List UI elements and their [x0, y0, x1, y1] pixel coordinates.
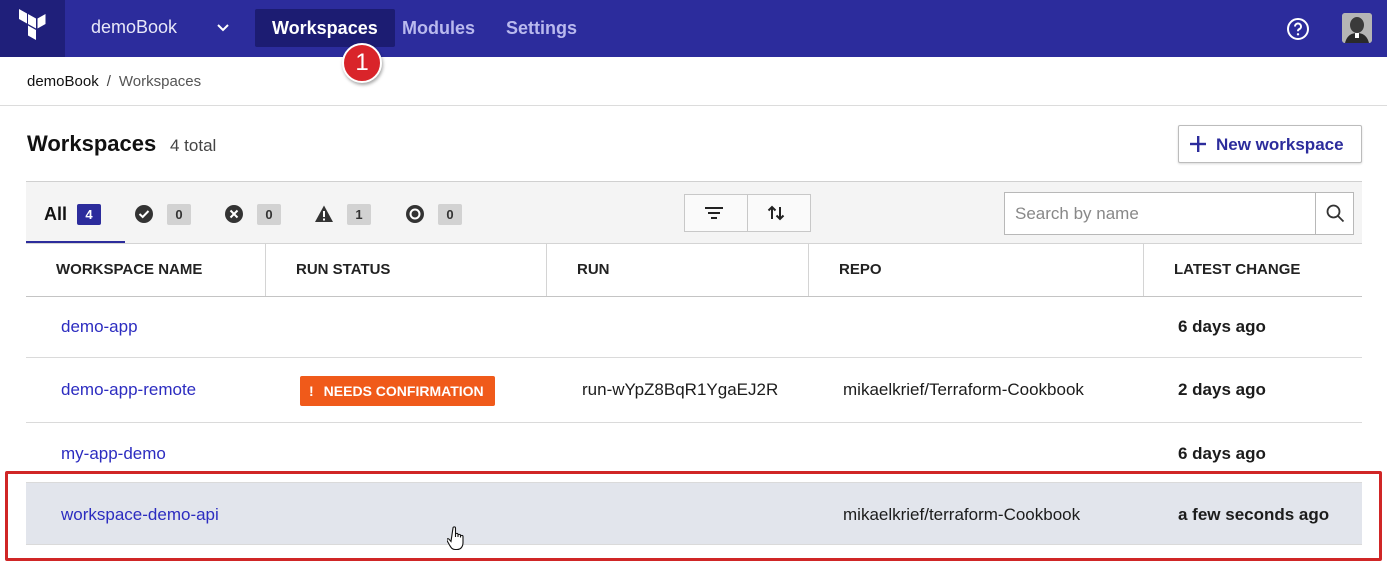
repo-name[interactable]: mikaelkrief/Terraform-Cookbook	[843, 380, 1084, 400]
filter-paused-count: 0	[438, 204, 462, 225]
top-navigation-bar: demoBook Workspaces Modules Settings	[0, 0, 1387, 57]
terraform-logo-icon	[19, 9, 46, 40]
status-filter-bar: All 4 0 0 1 0	[26, 181, 1362, 244]
help-icon[interactable]	[1286, 17, 1310, 41]
breadcrumb-current: Workspaces	[118, 73, 202, 90]
page-title: Workspaces	[27, 131, 157, 156]
run-status-text: NEEDS CONFIRMATION	[323, 383, 484, 399]
nav-workspaces[interactable]: Workspaces	[255, 9, 395, 47]
filter-warning-count: 1	[347, 204, 371, 225]
callout-number-badge: 1	[342, 43, 382, 83]
filter-all-label: All	[44, 204, 68, 224]
filter-paused[interactable]: 0	[405, 204, 462, 225]
table-header: WORKSPACE NAME RUN STATUS RUN REPO LATES…	[26, 243, 1362, 297]
filter-icon[interactable]	[704, 204, 724, 222]
filter-success[interactable]: 0	[134, 204, 191, 225]
column-header-run-status[interactable]: RUN STATUS	[265, 244, 546, 296]
run-status-badge: ! NEEDS CONFIRMATION	[300, 376, 495, 406]
x-circle-icon	[225, 205, 243, 223]
search-box	[1004, 192, 1354, 235]
workspace-name-link[interactable]: my-app-demo	[61, 444, 166, 464]
filter-tab-all[interactable]: All 4	[26, 182, 125, 244]
new-workspace-label: New workspace	[1216, 135, 1344, 154]
tool-divider	[747, 195, 748, 231]
nav-settings[interactable]: Settings	[489, 9, 594, 47]
filter-errored-count: 0	[257, 204, 281, 225]
run-id[interactable]: run-wYpZ8BqR1YgaEJ2R	[582, 380, 778, 400]
filter-needs-attention[interactable]: 1	[314, 204, 371, 225]
highlight-annotation-box	[5, 471, 1382, 561]
list-tools	[684, 194, 811, 232]
table-row[interactable]: demo-app 6 days ago	[26, 297, 1362, 358]
search-button[interactable]	[1315, 193, 1353, 234]
warning-icon	[315, 205, 333, 222]
terraform-logo[interactable]	[0, 0, 65, 57]
column-header-repo[interactable]: REPO	[808, 244, 1143, 296]
paused-circle-icon	[406, 205, 424, 223]
column-header-run[interactable]: RUN	[546, 244, 808, 296]
new-workspace-button[interactable]: New workspace	[1178, 125, 1362, 163]
alert-icon: !	[309, 383, 314, 399]
workspace-name-link[interactable]: demo-app-remote	[61, 380, 196, 400]
user-avatar[interactable]	[1342, 13, 1372, 43]
divider	[0, 105, 1387, 106]
filter-success-count: 0	[167, 204, 191, 225]
column-header-latest-change[interactable]: LATEST CHANGE	[1143, 244, 1362, 296]
workspace-total: 4 total	[170, 136, 217, 155]
filter-all-count: 4	[77, 204, 101, 225]
search-input[interactable]	[1005, 193, 1315, 234]
latest-change: 2 days ago	[1178, 380, 1266, 399]
workspace-name-link[interactable]: demo-app	[61, 317, 138, 337]
sort-icon[interactable]	[766, 204, 786, 222]
avatar-icon	[1342, 13, 1372, 43]
breadcrumb: demoBook / Workspaces	[27, 73, 201, 90]
breadcrumb-org[interactable]: demoBook	[27, 73, 99, 90]
search-icon	[1326, 204, 1345, 223]
nav-modules[interactable]: Modules	[385, 9, 492, 47]
check-circle-icon	[135, 205, 153, 223]
filter-errored[interactable]: 0	[224, 204, 281, 225]
column-header-workspace-name[interactable]: WORKSPACE NAME	[26, 244, 265, 296]
latest-change: 6 days ago	[1178, 444, 1266, 463]
breadcrumb-separator: /	[106, 73, 111, 90]
plus-icon	[1190, 136, 1206, 152]
hand-cursor-icon	[447, 526, 464, 551]
organization-name[interactable]: demoBook	[91, 17, 177, 38]
chevron-down-icon[interactable]	[215, 18, 231, 38]
latest-change: 6 days ago	[1178, 317, 1266, 336]
table-row[interactable]: demo-app-remote ! NEEDS CONFIRMATION run-…	[26, 358, 1362, 423]
